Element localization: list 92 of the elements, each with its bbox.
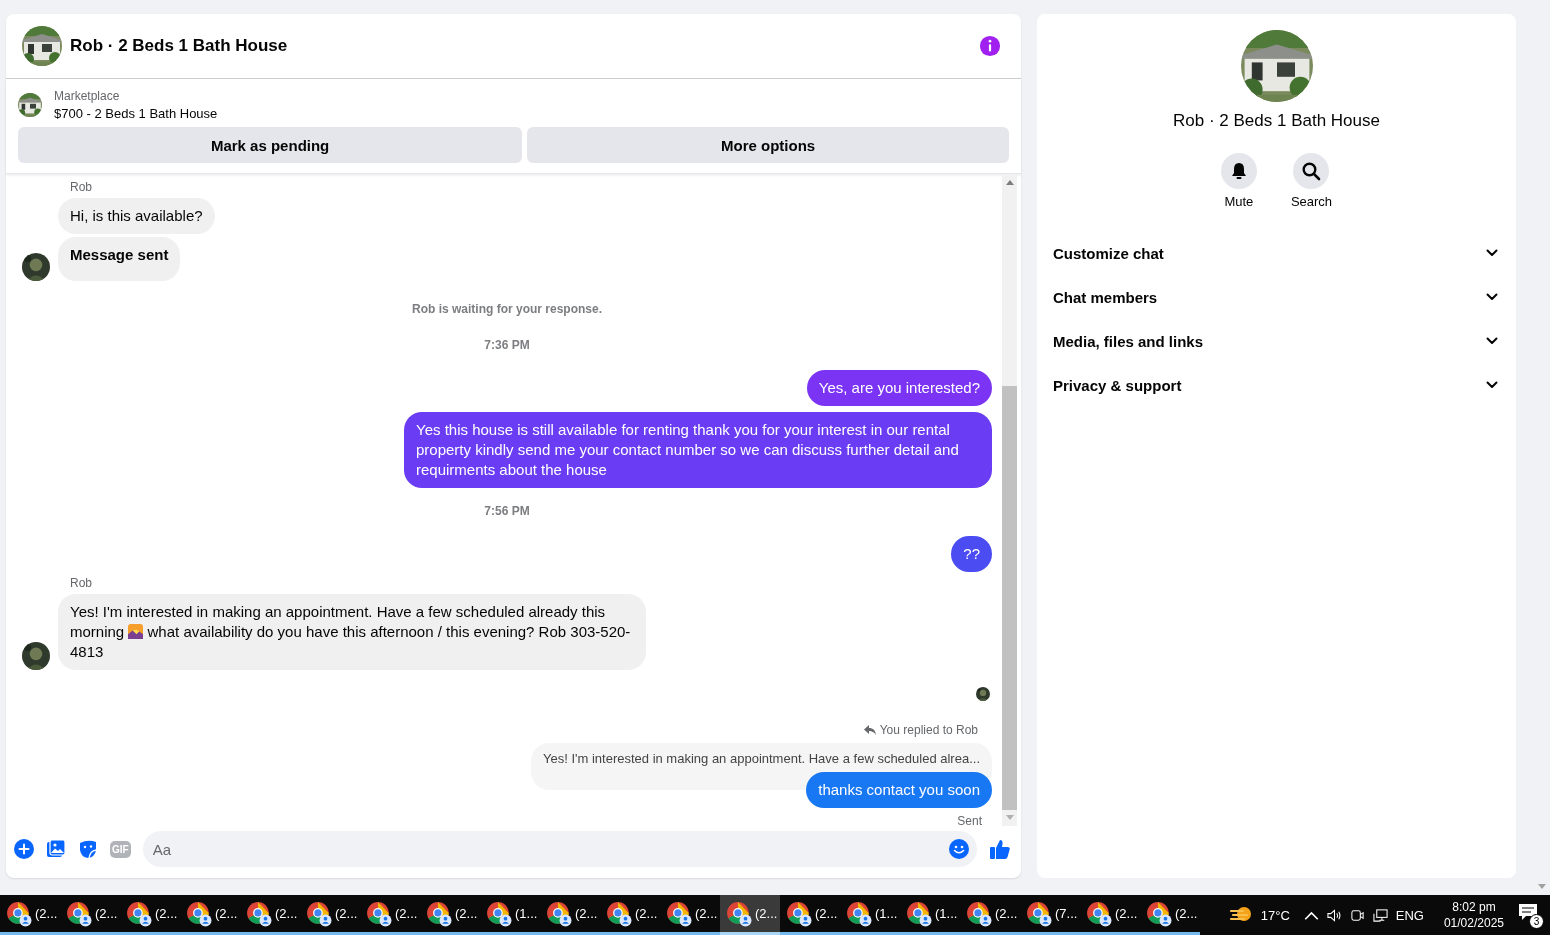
message-bubble[interactable]: ?? (951, 536, 992, 572)
chevron-icon (1486, 249, 1498, 257)
browser-icon (666, 900, 692, 927)
clock-date[interactable]: 01/02/2025 (1443, 916, 1504, 930)
taskbar-button[interactable]: (2... (960, 895, 1020, 935)
language-indicator[interactable]: ENG (1395, 907, 1424, 923)
timestamp: 7:36 PM (484, 338, 530, 352)
section-header[interactable]: Privacy & support (1053, 363, 1500, 407)
taskbar-button[interactable]: (2... (0, 895, 60, 935)
sender-name: Rob (70, 576, 92, 590)
message-bubble[interactable]: Hi, is this available? (58, 198, 215, 234)
taskbar-button[interactable]: (2... (120, 895, 180, 935)
taskbar-button[interactable]: (2... (1140, 895, 1200, 935)
reply-label: You replied to Rob (863, 723, 978, 737)
chevron-icon (1486, 337, 1498, 345)
info-icon[interactable] (979, 35, 1001, 57)
taskbar-button[interactable]: (1... (480, 895, 540, 935)
chevron-icon (1486, 381, 1498, 389)
browser-icon (246, 900, 272, 927)
listing-source: Marketplace (54, 89, 121, 103)
browser-icon (786, 900, 812, 927)
message-bubble[interactable]: Yes this house is still available for renting thank you for your interest in our rental property kindly send me your contact number so we can discuss further detail and requirments about the house (404, 412, 992, 488)
browser-icon (66, 900, 92, 927)
clock-time[interactable]: 8:02 pm (1452, 900, 1496, 914)
delivery-status: Sent (957, 814, 983, 828)
message-bubble[interactable]: thanks contact you soon (806, 772, 992, 808)
browser-icon (726, 900, 752, 927)
message-input[interactable]: Aa (142, 831, 977, 867)
scrollbar[interactable] (1002, 174, 1017, 826)
action-button[interactable]: Mark as pending (18, 127, 523, 163)
speaker-icon[interactable] (1326, 907, 1342, 923)
photo-icon[interactable] (46, 839, 66, 859)
scrollbar-thumb[interactable] (1002, 386, 1017, 810)
taskbar-button[interactable]: (2... (360, 895, 420, 935)
status-text: Rob is waiting for your response. (412, 302, 602, 316)
listing-title[interactable]: $700 - 2 Beds 1 Bath House (54, 106, 218, 121)
thumbs-up-icon[interactable] (989, 838, 1011, 860)
chevron-icon (1486, 293, 1498, 301)
notification-count: 3 (1529, 914, 1544, 929)
browser-icon (606, 900, 632, 927)
temperature[interactable]: 17°C (1260, 907, 1290, 923)
taskbar-button[interactable]: (1... (900, 895, 960, 935)
action-label: Mute (1224, 194, 1254, 209)
browser-icon (1026, 900, 1052, 927)
taskbar-button[interactable]: (2... (540, 895, 600, 935)
timestamp: 7:56 PM (484, 504, 530, 518)
search-button[interactable] (1293, 153, 1330, 189)
emoji-icon[interactable] (949, 839, 969, 859)
browser-icon (906, 900, 932, 927)
taskbar-button[interactable]: (2... (420, 895, 480, 935)
browser-icon (486, 900, 512, 927)
browser-icon (966, 900, 992, 927)
taskbar-button[interactable]: (7... (1020, 895, 1080, 935)
browser-icon (306, 900, 332, 927)
taskbar-button[interactable]: (2... (600, 895, 660, 935)
browser-icon (426, 900, 452, 927)
taskbar-button[interactable]: (2... (720, 895, 780, 935)
section-header[interactable]: Chat members (1053, 275, 1500, 319)
taskbar-button[interactable]: (2... (180, 895, 240, 935)
taskbar-button[interactable]: (2... (300, 895, 360, 935)
conversation-name: Rob · 2 Beds 1 Bath House (1173, 111, 1380, 131)
taskbar-button[interactable]: (2... (1080, 895, 1140, 935)
browser-icon (6, 900, 32, 927)
taskbar-button[interactable]: (1... (840, 895, 900, 935)
reply-icon (863, 724, 876, 736)
search-icon (1301, 161, 1322, 181)
taskbar-button[interactable]: (2... (60, 895, 120, 935)
browser-icon (126, 900, 152, 927)
browser-icon (546, 900, 572, 927)
section-header[interactable]: Media, files and links (1053, 319, 1500, 363)
browser-icon (1146, 900, 1172, 927)
browser-icon (366, 900, 392, 927)
browser-icon (186, 900, 212, 927)
plus-icon[interactable] (14, 839, 34, 859)
message-bubble[interactable]: Yes, are you interested? (806, 370, 992, 406)
browser-icon (846, 900, 872, 927)
sticker-icon[interactable] (78, 839, 98, 859)
action-label: Search (1290, 194, 1333, 209)
taskbar-button[interactable]: (2... (240, 895, 300, 935)
message-bubble[interactable]: Yes! I'm interested in making an appointment. Have a few scheduled already this morning what availability do you have this afternoon / this evening? Rob 303-520-4813 (58, 594, 646, 670)
mute-button[interactable] (1220, 153, 1257, 189)
action-button[interactable]: More options (527, 127, 1009, 163)
network-icon[interactable] (1372, 907, 1388, 923)
camera-icon[interactable] (1349, 907, 1365, 923)
sunrise-icon (128, 624, 144, 639)
taskbar-button[interactable]: (2... (780, 895, 840, 935)
scroll-up-icon[interactable] (1005, 179, 1014, 185)
chat-title: Rob · 2 Beds 1 Bath House (70, 36, 289, 56)
sender-name: Rob (70, 180, 92, 194)
section-header[interactable]: Customize chat (1053, 231, 1500, 275)
browser-icon (1086, 900, 1112, 927)
message-bubble[interactable]: Message sent (58, 237, 181, 281)
